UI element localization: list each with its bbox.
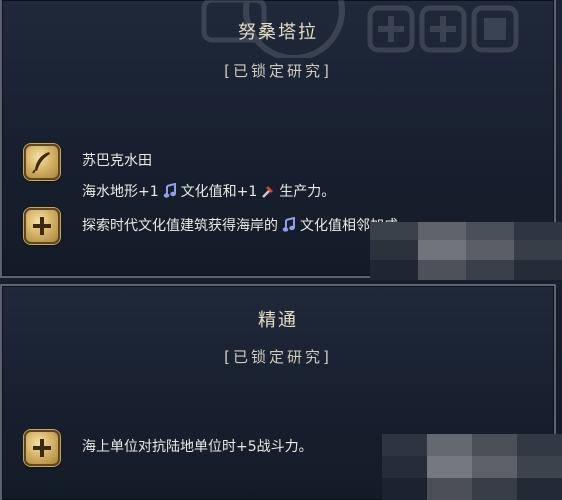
culture-icon [282, 217, 295, 232]
bonus-effect: 探索时代文化值建筑获得海岸的 文化值相邻加成。 [82, 215, 412, 235]
bonus-text-a: 探索时代文化值建筑获得海岸的 [82, 218, 278, 234]
effect-text-c: 生产力。 [279, 184, 336, 200]
improvement-name: 苏巴克水田 [82, 153, 152, 169]
mosaic-overlay [382, 434, 562, 500]
quill-icon [24, 144, 60, 180]
mastery-effect: 海上单位对抗陆地单位时+5战斗力。 [82, 439, 313, 455]
hammer-icon [262, 186, 274, 198]
panel-title: 精通 [258, 310, 298, 331]
mosaic-overlay [370, 222, 562, 280]
culture-icon [163, 183, 176, 198]
panel-title: 努桑塔拉 [238, 22, 318, 43]
locked-status: [已锁定研究] [224, 62, 332, 80]
locked-status: [已锁定研究] [224, 348, 332, 366]
plus-icon [24, 208, 60, 244]
plus-icon [24, 430, 60, 466]
improvement-effect: 海水地形+1 文化值和+1 生产力。 [82, 181, 335, 201]
effect-text-a: 海水地形+1 [82, 184, 159, 200]
game-tooltip: 努桑塔拉 [已锁定研究] 苏巴克水田 海水地形+1 文化值和+1 生产力。 探索… [0, 0, 562, 500]
effect-text-b: 文化值和+1 [180, 184, 258, 200]
